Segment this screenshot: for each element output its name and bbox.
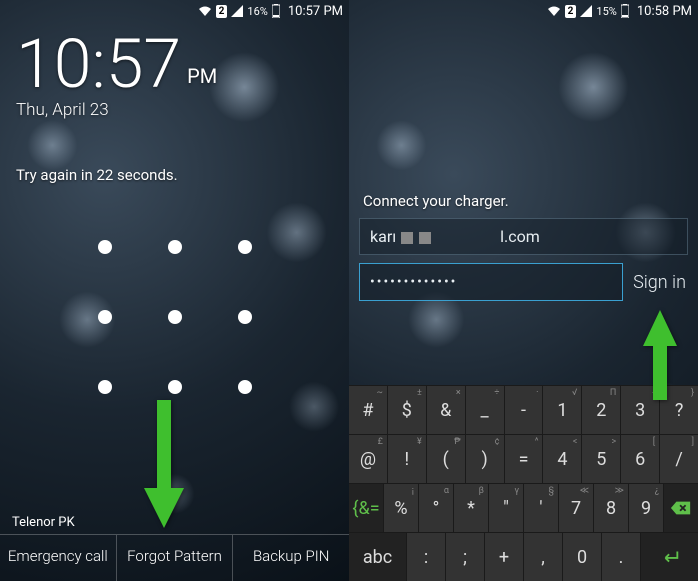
kb-key[interactable]: ₱( [427, 435, 466, 483]
kb-key[interactable]: §' [524, 484, 559, 532]
kb-row-3: {&=¡%α°β*γ"§'≪7≫8¿9 [349, 483, 698, 532]
email-suffix: l.com [500, 227, 540, 246]
pattern-dot[interactable] [238, 240, 252, 254]
pattern-dot[interactable] [98, 240, 112, 254]
wifi-icon [198, 5, 212, 17]
status-time: 10:57 PM [288, 4, 343, 19]
kb-key[interactable]: <4 [543, 435, 582, 483]
backup-pin-button[interactable]: Backup PIN [233, 535, 349, 581]
kb-key[interactable]: ≪7 [559, 484, 594, 532]
kb-key[interactable]: ¡% [384, 484, 419, 532]
kb-key[interactable]: ≫8 [594, 484, 629, 532]
clock: 10:57 PM Thu, April 23 [0, 22, 349, 120]
bottom-bar: Telenor PK Emergency call Forgot Pattern… [0, 511, 349, 581]
pattern-dot[interactable] [168, 310, 182, 324]
kb-key[interactable]: {&= [349, 484, 384, 532]
status-bar: 2 15% 10:58 PM [349, 0, 698, 22]
forgot-pattern-button[interactable]: Forgot Pattern [117, 535, 234, 581]
battery-percent: 15% [596, 5, 616, 18]
keyboard: ~#±$×&÷_·-√1Π2{3}? £@¥!₱(¢)^=<4>5[6]/ {&… [349, 385, 698, 581]
censored-icon [419, 232, 431, 244]
kb-key[interactable]: {3 [621, 386, 660, 434]
pattern-dot[interactable] [168, 240, 182, 254]
kb-key[interactable]: Π2 [582, 386, 621, 434]
signal-icon [580, 5, 592, 17]
battery-icon [621, 4, 629, 18]
clock-time: 10:57 [16, 30, 181, 98]
wifi-icon [547, 5, 561, 17]
kb-key[interactable]: + [485, 533, 524, 581]
kb-key[interactable]: ±$ [388, 386, 427, 434]
kb-key[interactable]: ¢) [466, 435, 505, 483]
pattern-dot[interactable] [238, 380, 252, 394]
status-time: 10:58 PM [637, 4, 692, 19]
pattern-grid[interactable] [70, 212, 280, 422]
carrier-label: Telenor PK [0, 511, 349, 534]
kb-key[interactable]: ¿9 [629, 484, 664, 532]
try-again-message: Try again in 22 seconds. [0, 120, 349, 184]
censored-icon [401, 232, 413, 244]
kb-key[interactable]: , [524, 533, 563, 581]
status-bar: 2 16% 10:57 PM [0, 0, 349, 22]
battery-percent: 16% [247, 5, 267, 18]
kb-key[interactable]: [6 [621, 435, 660, 483]
kb-key[interactable]: ×& [427, 386, 466, 434]
kb-row-4: abc:;+,0. [349, 532, 698, 581]
kb-key[interactable]: >5 [582, 435, 621, 483]
kb-abc[interactable]: abc [349, 533, 407, 581]
kb-key[interactable]: β* [454, 484, 489, 532]
password-field[interactable]: ••••••••••••• [359, 263, 623, 301]
kb-key[interactable]: α° [419, 484, 454, 532]
pattern-dot[interactable] [98, 310, 112, 324]
kb-key[interactable]: ÷_ [466, 386, 505, 434]
lockscreen-left: 2 16% 10:57 PM 10:57 PM Thu, April 23 Tr… [0, 0, 349, 581]
sim-badge: 2 [216, 5, 228, 18]
kb-key[interactable]: ~# [349, 386, 388, 434]
signal-icon [231, 5, 243, 17]
kb-key[interactable]: ; [446, 533, 485, 581]
kb-backspace[interactable] [664, 484, 698, 532]
kb-key[interactable]: . [602, 533, 641, 581]
sim-badge: 2 [565, 5, 577, 18]
kb-key[interactable]: γ" [489, 484, 524, 532]
kb-key[interactable]: √1 [543, 386, 582, 434]
kb-row-1: ~#±$×&÷_·-√1Π2{3}? [349, 385, 698, 434]
kb-key[interactable]: 0 [563, 533, 602, 581]
clock-ampm: PM [187, 64, 217, 88]
kb-key[interactable]: ¥! [388, 435, 427, 483]
lockscreen-right: 2 15% 10:58 PM Connect your charger. kar… [349, 0, 698, 581]
charger-message: Connect your charger. [349, 22, 698, 218]
email-field[interactable]: karı l.com [359, 218, 688, 255]
kb-key[interactable]: £@ [349, 435, 388, 483]
pattern-dot[interactable] [238, 310, 252, 324]
email-prefix: karı [370, 227, 396, 246]
kb-key[interactable]: : [407, 533, 446, 581]
kb-key[interactable]: ^= [505, 435, 544, 483]
kb-key[interactable]: ·- [505, 386, 544, 434]
kb-key[interactable]: }? [660, 386, 698, 434]
kb-enter[interactable] [641, 533, 698, 581]
pattern-dot[interactable] [98, 380, 112, 394]
battery-icon [272, 4, 280, 18]
emergency-call-button[interactable]: Emergency call [0, 535, 117, 581]
kb-key[interactable]: ]/ [660, 435, 698, 483]
pattern-dot[interactable] [168, 380, 182, 394]
signin-button[interactable]: Sign in [631, 266, 688, 299]
kb-row-2: £@¥!₱(¢)^=<4>5[6]/ [349, 434, 698, 483]
